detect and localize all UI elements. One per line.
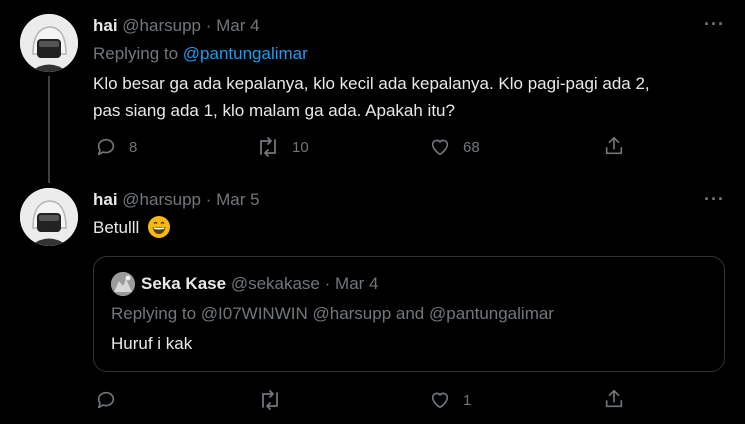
like-button[interactable]: 1 <box>429 389 471 411</box>
share-icon <box>605 389 623 408</box>
thread-connector-line <box>48 76 50 183</box>
author-handle[interactable]: @harsupp <box>122 190 201 209</box>
separator: · <box>205 16 212 35</box>
quoted-replying-to: Replying to @I07WINWIN @harsupp and @pan… <box>111 304 554 323</box>
more-horizontal-icon[interactable]: ··· <box>704 14 725 35</box>
like-count: 1 <box>463 391 472 409</box>
replying-label: Replying to <box>93 44 179 63</box>
retweet-icon <box>260 137 276 157</box>
separator: · <box>324 274 331 293</box>
heart-icon <box>431 139 449 156</box>
tweet-text: Klo besar ga ada kepalanya, klo kecil ad… <box>93 70 650 124</box>
tweet-text-line: pas siang ada 1, klo malam ga ada. Apaka… <box>93 101 455 120</box>
tweet-date[interactable]: Mar 4 <box>216 16 259 35</box>
tweet-date[interactable]: Mar 5 <box>216 190 259 209</box>
avatar[interactable] <box>20 188 78 246</box>
author-handle[interactable]: @harsupp <box>122 16 201 35</box>
quoted-author-name[interactable]: Seka Kase <box>141 274 226 293</box>
more-horizontal-icon[interactable]: ··· <box>704 189 725 210</box>
reply-icon <box>97 138 115 156</box>
quoted-avatar-image <box>111 272 135 296</box>
helmet-avatar-image <box>20 14 78 72</box>
quoted-author-avatar[interactable] <box>111 272 135 296</box>
replying-to-link[interactable]: @pantungalimar <box>183 44 308 63</box>
replying-to: Replying to @pantungalimar <box>93 44 308 64</box>
grinning-face-emoji <box>148 216 171 238</box>
like-button[interactable]: 68 <box>429 136 480 158</box>
reply-count: 8 <box>129 138 138 156</box>
quoted-tweet-text: Huruf i kak <box>111 334 193 353</box>
retweet-button[interactable] <box>258 389 282 411</box>
retweet-icon <box>262 390 278 410</box>
share-button[interactable] <box>603 135 625 157</box>
tweet-text-line: Klo besar ga ada kepalanya, klo kecil ad… <box>93 74 650 93</box>
tweet-header: hai @harsupp · Mar 5 <box>93 190 260 210</box>
like-count: 68 <box>463 138 480 156</box>
share-button[interactable] <box>603 388 625 410</box>
reply-button[interactable] <box>95 389 117 411</box>
retweet-count: 10 <box>292 138 309 156</box>
quoted-tweet-date[interactable]: Mar 4 <box>335 274 378 293</box>
heart-icon <box>431 392 449 409</box>
tweet-header: hai @harsupp · Mar 4 <box>93 16 260 36</box>
quoted-author-handle[interactable]: @sekakase <box>231 274 320 293</box>
author-name[interactable]: hai <box>93 190 118 209</box>
retweet-button[interactable]: 10 <box>256 136 309 158</box>
quoted-tweet-header: Seka Kase @sekakase · Mar 4 <box>141 274 379 294</box>
share-icon <box>605 136 623 155</box>
avatar[interactable] <box>20 14 78 72</box>
helmet-avatar-image <box>20 188 78 246</box>
separator: · <box>205 190 212 209</box>
author-name[interactable]: hai <box>93 16 118 35</box>
tweet-text-content: Betulll <box>93 218 140 237</box>
reply-button[interactable]: 8 <box>95 136 137 158</box>
tweet-text: Betulll <box>93 214 171 241</box>
reply-icon <box>97 391 115 409</box>
